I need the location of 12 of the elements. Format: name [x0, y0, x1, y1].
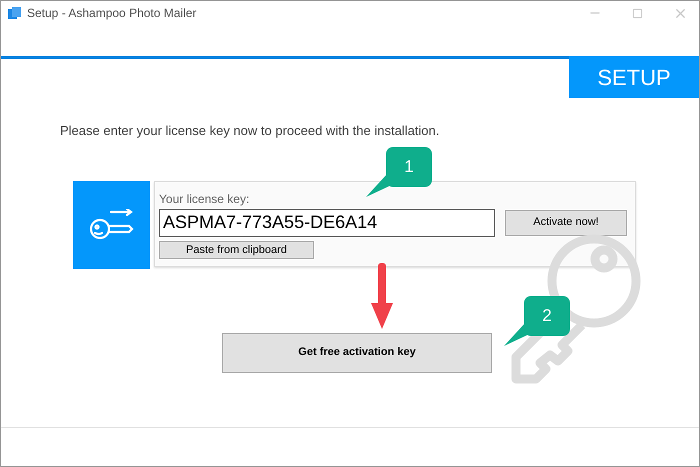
- get-activation-key-button[interactable]: Get free activation key: [222, 332, 492, 372]
- window-title: Setup - Ashampoo Photo Mailer: [27, 5, 196, 22]
- license-label: Your license key:: [159, 190, 250, 206]
- activate-button[interactable]: Activate now!: [505, 210, 627, 236]
- license-key-field[interactable]: ASPMA7-773A55-DE6A14: [159, 208, 495, 236]
- key-icon: [88, 208, 134, 240]
- app-icon: [8, 6, 21, 20]
- setup-banner: SETUP: [569, 56, 699, 98]
- arrow-annotation: [371, 263, 393, 329]
- instruction-text: Please enter your license key now to proceed with the installation.: [60, 122, 440, 140]
- maximize-icon[interactable]: [632, 8, 643, 18]
- paste-button[interactable]: Paste from clipboard: [159, 240, 314, 258]
